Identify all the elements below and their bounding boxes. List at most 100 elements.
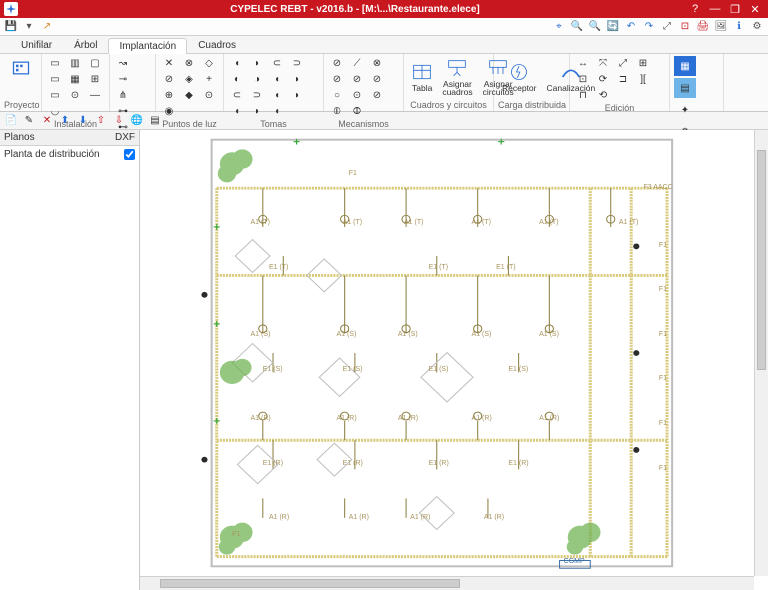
toma-icon[interactable]: ◗ [288,72,306,86]
qat-undo-icon[interactable]: ↶ [624,20,638,34]
tab-arbol[interactable]: Árbol [63,37,108,53]
proyecto-button[interactable] [4,56,37,80]
qat-target-icon[interactable]: ⌖ [552,20,566,34]
qat-settings-icon[interactable]: ⚙ [750,20,764,34]
luz-icon[interactable]: ◉ [160,104,178,118]
mecanismo-icon[interactable]: ⊗ [368,56,386,70]
mecanismo-icon[interactable]: ○ [328,88,346,102]
help-button[interactable]: ? [686,2,704,16]
wand-button[interactable]: ✦ [674,100,696,120]
drawing-canvas[interactable]: F1 F3 AACC A1 (T) A1 (T) A1 (T) A1 (T) A… [140,130,754,576]
edicion-icon[interactable]: ⊓ [574,88,592,102]
calc-button[interactable]: ▦ [674,56,696,76]
instalacion-icon[interactable]: ▦ [66,72,84,86]
toma-icon[interactable]: ◐ [228,72,246,86]
toma-icon[interactable]: ◖ [228,56,246,70]
tb2-edit-icon[interactable]: ✎ [22,114,36,128]
instalacion-icon[interactable]: — [86,88,104,102]
edicion-icon[interactable]: ⤧ [594,56,612,70]
edicion-icon[interactable]: ↔ [574,56,592,70]
conexiones-icon[interactable]: ⊸ [114,72,132,86]
receptor-button[interactable]: Receptor [498,56,541,99]
toma-icon[interactable]: ⊃ [248,88,266,102]
tb2-top-icon[interactable]: ⇧ [94,114,108,128]
edicion-icon[interactable]: ][ [634,72,652,86]
tab-cuadros[interactable]: Cuadros [187,37,247,53]
tb2-layers-icon[interactable]: ▤ [148,114,162,128]
qat-save-icon[interactable]: 💾 [4,20,18,34]
mecanismo-icon[interactable]: ⊘ [348,72,366,86]
mecanismo-icon[interactable]: ⟋ [348,56,366,70]
qat-zoomin-icon[interactable]: 🔍 [570,20,584,34]
toma-icon[interactable]: ⊂ [268,56,286,70]
scrollbar-thumb[interactable] [160,579,460,588]
instalacion-icon[interactable]: ▢ [86,56,104,70]
instalacion-icon[interactable]: ▭ [46,56,64,70]
luz-icon[interactable]: ◇ [200,56,218,70]
mecanismo-icon[interactable]: ⊘ [328,56,346,70]
scrollbar-vertical[interactable] [754,130,768,576]
luz-icon[interactable]: ◆ [180,88,198,102]
asignar-cuadros-button[interactable]: Asignar cuadros [438,56,476,99]
qat-zoomout-icon[interactable]: 🔍 [588,20,602,34]
qat-refresh-icon[interactable]: 🔄 [606,20,620,34]
close-button[interactable]: ✕ [746,2,764,16]
qat-extent-icon[interactable]: ⤢ [660,20,674,34]
conexiones-icon[interactable]: ↝ [114,56,132,70]
luz-icon[interactable]: ⊗ [180,56,198,70]
luz-icon[interactable]: ⊙ [200,88,218,102]
conexiones-icon[interactable]: ⋔ [114,88,132,102]
toma-icon[interactable]: ◗ [248,104,266,118]
toma-icon[interactable]: ◖ [268,88,286,102]
toma-icon[interactable]: ◖ [228,104,246,118]
qat-window-icon[interactable]: ⊡ [678,20,692,34]
tab-implantacion[interactable]: Implantación [108,38,187,54]
sidebar-row-planta[interactable]: Planta de distribución [0,146,139,162]
edicion-icon[interactable]: ⊡ [574,72,592,86]
scrollbar-thumb[interactable] [757,150,766,370]
toma-icon[interactable]: ◗ [248,56,266,70]
luz-icon[interactable]: ⊕ [160,88,178,102]
toma-icon[interactable]: ◑ [248,72,266,86]
toma-icon[interactable]: ◗ [288,88,306,102]
toma-icon[interactable]: ◖ [268,104,286,118]
tb2-up-icon[interactable]: ⬆ [58,114,72,128]
qat-info-icon[interactable]: ℹ [732,20,746,34]
qat-export-icon[interactable]: ↗ [40,20,54,34]
toma-icon[interactable]: ⊃ [288,56,306,70]
tb2-new-icon[interactable]: 📄 [4,114,18,128]
tb2-bottom-icon[interactable]: ⇩ [112,114,126,128]
edicion-icon[interactable]: ⊞ [634,56,652,70]
qat-redo-icon[interactable]: ↷ [642,20,656,34]
toma-icon[interactable]: ⊂ [228,88,246,102]
edicion-icon[interactable]: ⟲ [594,88,612,102]
mecanismo-icon[interactable]: ⊙ [348,88,366,102]
mecanismo-icon[interactable]: ⊘ [328,72,346,86]
tb2-globe-icon[interactable]: 🌐 [130,114,144,128]
luz-icon[interactable]: ✕ [160,56,178,70]
minimize-button[interactable]: — [706,2,724,16]
edicion-icon[interactable]: ⊐ [614,72,632,86]
tabla-button[interactable]: Tabla [408,56,436,99]
maximize-button[interactable]: ❐ [726,2,744,16]
note-button[interactable]: ▤ [674,78,696,98]
tb2-down-icon[interactable]: ⬇ [76,114,90,128]
qat-dropdown-icon[interactable]: ▾ [22,20,36,34]
luz-icon[interactable]: + [200,72,218,86]
tab-unifilar[interactable]: Unifilar [10,37,63,53]
edicion-icon[interactable]: ⤢ [614,56,632,70]
scrollbar-horizontal[interactable] [140,576,754,590]
instalacion-icon[interactable]: ⊞ [86,72,104,86]
qat-image-icon[interactable]: 🖼 [714,20,728,34]
instalacion-icon[interactable]: ⊙ [66,88,84,102]
edicion-icon[interactable]: ⟳ [594,72,612,86]
toma-icon[interactable]: ◖ [268,72,286,86]
sidebar-row-checkbox[interactable] [124,149,135,160]
mecanismo-icon[interactable]: ⊘ [368,88,386,102]
qat-print-icon[interactable]: 🖨 [696,20,710,34]
mecanismo-icon[interactable]: ⦷ [348,104,366,118]
luz-icon[interactable]: ⊘ [160,72,178,86]
tb2-delete-icon[interactable]: ✕ [40,114,54,128]
mecanismo-icon[interactable]: ⦶ [328,104,346,118]
mecanismo-icon[interactable]: ⊘ [368,72,386,86]
